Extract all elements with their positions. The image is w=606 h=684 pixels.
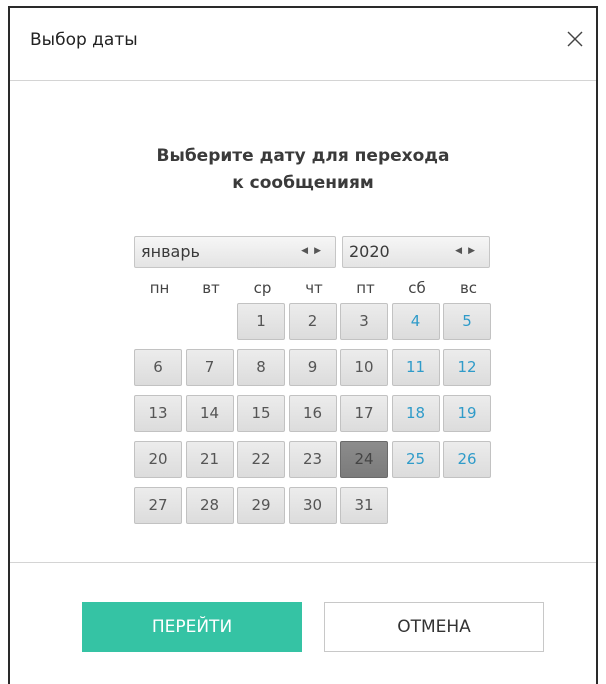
day-cell[interactable]: 22 [237, 441, 285, 478]
day-cell[interactable]: 1 [237, 303, 285, 340]
year-select[interactable]: 2020 ◀▶ [342, 236, 490, 268]
day-cell[interactable]: 3 [340, 303, 388, 340]
arrow-left-icon[interactable]: ◀ [301, 246, 314, 256]
day-cell[interactable]: 16 [288, 395, 337, 432]
day-cell[interactable]: 8 [237, 349, 285, 386]
day-cell[interactable]: 23 [288, 441, 337, 478]
arrow-right-icon[interactable]: ▶ [314, 246, 327, 256]
day-cell[interactable]: 31 [340, 487, 388, 524]
weekday-label: вт [202, 279, 220, 297]
dialog-title: Выбор даты [30, 30, 138, 50]
year-nav-arrows[interactable]: ◀▶ [455, 246, 481, 256]
day-cell[interactable]: 4 [391, 303, 440, 340]
day-cell[interactable]: 13 [134, 395, 182, 432]
day-cell[interactable]: 9 [288, 349, 337, 386]
day-cell[interactable]: 19 [443, 395, 491, 432]
go-button[interactable]: ПЕРЕЙТИ [82, 602, 302, 652]
date-picker-dialog: Выбор даты Выберите дату для перехода к … [8, 6, 598, 684]
weekday-header: пн вт ср чт пт сб вс [134, 279, 494, 303]
day-cell[interactable]: 18 [391, 395, 440, 432]
day-cell[interactable]: 28 [185, 487, 234, 524]
arrow-right-icon[interactable]: ▶ [468, 246, 481, 256]
day-cell[interactable]: 6 [134, 349, 182, 386]
weekday-label: вс [459, 279, 478, 297]
month-select[interactable]: январь ◀▶ [134, 236, 336, 268]
weekday-label: ср [253, 279, 272, 297]
day-cell[interactable]: 17 [340, 395, 388, 432]
day-cell[interactable]: 12 [443, 349, 491, 386]
day-cell[interactable]: 5 [443, 303, 491, 340]
day-cell[interactable]: 30 [288, 487, 337, 524]
weekday-label: сб [408, 279, 426, 297]
arrow-left-icon[interactable]: ◀ [455, 246, 468, 256]
dialog-prompt: Выберите дату для перехода к сообщениям [156, 146, 450, 193]
day-cell[interactable]: 20 [134, 441, 182, 478]
year-value: 2020 [349, 242, 390, 261]
day-cell[interactable]: 14 [185, 395, 234, 432]
day-cell[interactable]: 15 [237, 395, 285, 432]
day-cell[interactable]: 27 [134, 487, 182, 524]
weekday-label: чт [305, 279, 323, 297]
day-cell[interactable]: 29 [237, 487, 285, 524]
day-cell[interactable]: 7 [185, 349, 234, 386]
day-cell[interactable]: 26 [443, 441, 491, 478]
weekday-label: пт [356, 279, 375, 297]
day-cell[interactable]: 25 [391, 441, 440, 478]
footer-divider [10, 562, 596, 563]
day-cell[interactable]: 2 [288, 303, 337, 340]
cancel-button[interactable]: ОТМЕНА [324, 602, 544, 652]
day-cell[interactable]: 10 [340, 349, 388, 386]
day-cell[interactable]: 21 [185, 441, 234, 478]
month-value: январь [141, 242, 200, 261]
close-icon[interactable] [563, 27, 587, 51]
calendar-grid: 1 2 3 4 5 6 7 8 9 10 11 12 13 14 15 16 17 18 19 20 21 22 23 24 2… [134, 303, 504, 524]
dialog-titlebar: Выбор даты [10, 8, 596, 81]
weekday-label: пн [149, 279, 170, 297]
selected-day-cell[interactable]: 24 [340, 441, 388, 478]
day-cell[interactable]: 11 [391, 349, 440, 386]
month-nav-arrows[interactable]: ◀▶ [301, 246, 327, 256]
